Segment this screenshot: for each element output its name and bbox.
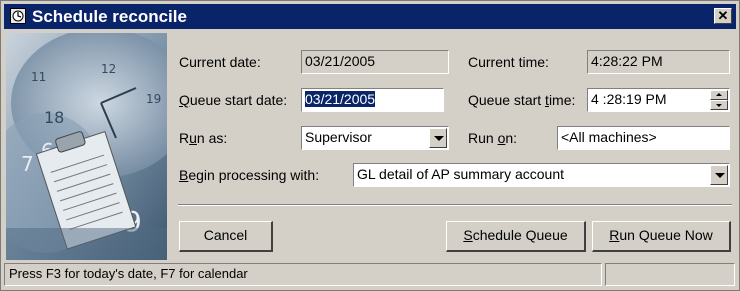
run-as-dropdown-icon[interactable] — [429, 128, 447, 148]
schedule-reconcile-dialog: Schedule reconcile ✕ 11 12 19 18 7 Curre… — [0, 0, 740, 291]
begin-processing-label: Begin processing with: — [179, 167, 320, 183]
run-as-label: Run as: — [179, 130, 228, 146]
current-time-field: 4:28:22 PM — [587, 50, 730, 74]
svg-text:19: 19 — [146, 92, 161, 106]
queue-start-date-label: Queue start date: — [179, 92, 288, 108]
close-icon: ✕ — [717, 8, 729, 23]
run-as-value: Supervisor — [305, 129, 372, 145]
svg-text:11: 11 — [31, 70, 46, 84]
queue-start-time-value: 4 :28:19 PM — [591, 91, 667, 107]
run-as-select[interactable]: Supervisor — [301, 126, 449, 150]
clock-clipboard-image: 11 12 19 18 7 6 9 — [6, 33, 167, 260]
queue-start-time-input[interactable]: 4 :28:19 PM — [587, 88, 730, 112]
run-on-label: Run on: — [468, 130, 518, 146]
schedule-queue-button[interactable]: Schedule Queue — [446, 221, 586, 252]
app-icon — [10, 8, 26, 24]
run-queue-now-button[interactable]: Run Queue Now — [592, 221, 731, 252]
current-date-field: 03/21/2005 — [301, 50, 449, 74]
status-text: Press F3 for today's date, F7 for calend… — [4, 263, 602, 286]
queue-start-date-input[interactable]: 03/21/2005 — [301, 88, 444, 112]
cancel-button[interactable]: Cancel — [179, 221, 273, 252]
svg-text:7: 7 — [21, 152, 34, 176]
queue-start-date-value: 03/21/2005 — [305, 91, 376, 107]
title-bar[interactable]: Schedule reconcile ✕ — [4, 4, 736, 29]
svg-text:12: 12 — [101, 62, 116, 76]
status-secondary-panel — [605, 263, 735, 286]
spin-down-icon[interactable] — [710, 100, 728, 110]
begin-processing-value: GL detail of AP summary account — [357, 166, 564, 182]
queue-start-time-label: Queue start time: — [468, 92, 576, 108]
run-on-input[interactable]: <All machines> — [557, 126, 730, 150]
status-bar: Press F3 for today's date, F7 for calend… — [4, 263, 736, 287]
current-date-label: Current date: — [179, 54, 261, 70]
close-button[interactable]: ✕ — [714, 8, 732, 24]
separator — [178, 204, 732, 206]
begin-processing-dropdown-icon[interactable] — [710, 165, 728, 185]
window-title: Schedule reconcile — [32, 7, 187, 26]
spin-up-icon[interactable] — [710, 90, 728, 100]
current-time-label: Current time: — [468, 54, 549, 70]
begin-processing-select[interactable]: GL detail of AP summary account — [353, 163, 730, 187]
time-spinner[interactable] — [710, 90, 728, 110]
svg-text:18: 18 — [44, 108, 64, 127]
